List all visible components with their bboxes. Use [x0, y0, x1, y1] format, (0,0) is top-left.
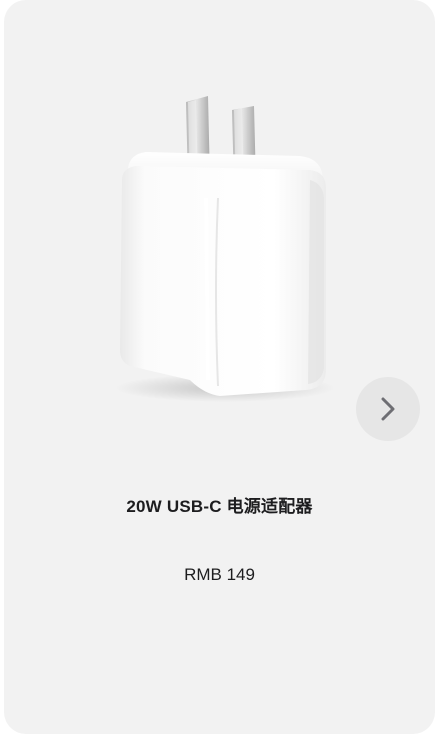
next-button[interactable] — [356, 377, 420, 441]
product-name[interactable]: 20W USB-C 电源适配器 — [4, 492, 435, 517]
product-card[interactable]: 20W USB-C 电源适配器 RMB 149 — [4, 0, 435, 734]
power-adapter-image — [115, 96, 335, 402]
chevron-right-icon — [381, 397, 395, 421]
product-price: RMB 149 — [184, 565, 255, 584]
